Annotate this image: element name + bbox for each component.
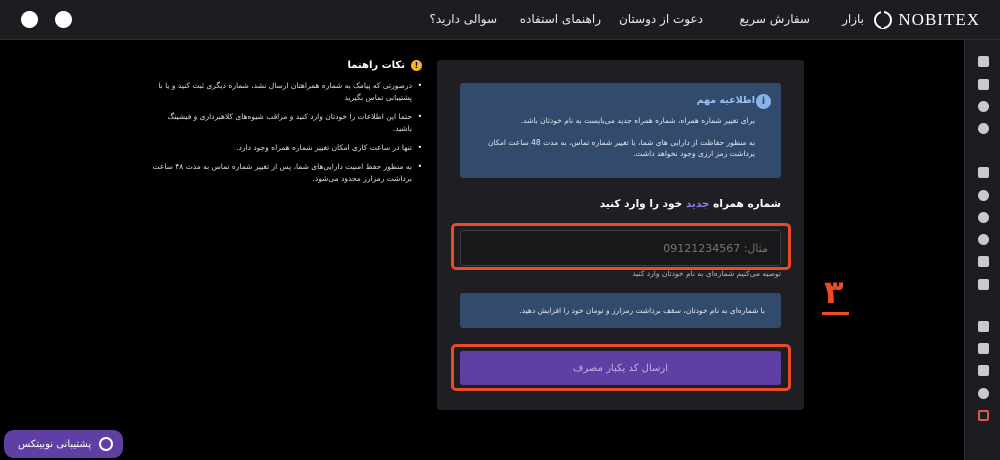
withdraw-limit-info: با شماره‌ای به نام خودتان، سقف برداشت رم…	[460, 293, 781, 328]
logout-icon[interactable]	[978, 410, 989, 421]
wallet-icon[interactable]	[978, 79, 989, 90]
phone-title-before: شماره همراه	[713, 198, 781, 210]
notification-icon[interactable]	[55, 11, 72, 28]
phone-input-highlight	[451, 223, 791, 270]
warning-icon: !	[411, 60, 422, 71]
step-number: ۳	[824, 273, 844, 311]
phone-hint: توصیه می‌کنیم شماره‌ای به نام خودتان وار…	[632, 269, 781, 278]
logo-text: NOBITEX	[898, 10, 980, 29]
nobitex-logo-icon	[874, 10, 893, 29]
support-label: پشتیبانی نوبیتکس	[18, 438, 92, 450]
tip-item: به منظور حفظ امنیت دارایی‌های شما، پس از…	[150, 161, 422, 185]
nav-invite-friends[interactable]: دعوت از دوستان	[619, 12, 703, 26]
coin-icon[interactable]	[978, 190, 989, 201]
headset-icon	[99, 437, 114, 451]
security-shield-icon[interactable]	[978, 343, 989, 354]
phone-title-after: خود را وارد کنید	[599, 198, 683, 210]
step-underline	[822, 312, 849, 315]
referral-users-icon[interactable]	[978, 388, 989, 399]
chart-icon[interactable]	[978, 167, 989, 178]
nav-market[interactable]: بازار	[842, 12, 864, 26]
info-icon: i	[756, 94, 771, 109]
tips-list: درصورتی که پیامک به شماره همراهتان ارسال…	[150, 80, 422, 185]
notice-line-1: برای تغییر شماره همراه، شماره همراه جدید…	[520, 116, 755, 125]
tips-title: نکات راهنما	[347, 60, 405, 71]
important-notice: i اطلاعیه مهم برای تغییر شماره همراه، شم…	[460, 83, 781, 178]
right-sidebar	[964, 40, 1000, 460]
deposit-icon[interactable]	[978, 101, 989, 112]
profile-card-icon[interactable]	[978, 321, 989, 332]
phone-title: شماره همراه جدید خود را وارد کنید	[600, 198, 781, 210]
notice-title: اطلاعیه مهم	[696, 95, 755, 106]
tip-item: تنها در ساعت کاری امکان تغییر شماره همرا…	[150, 142, 422, 154]
calendar-icon[interactable]	[978, 279, 989, 290]
crown-icon[interactable]	[978, 256, 989, 267]
notice-line-2: به منظور حفاظت از دارایی های شما، با تغی…	[487, 137, 755, 159]
send-button-highlight	[451, 344, 791, 391]
withdraw-icon[interactable]	[978, 123, 989, 134]
mail-icon[interactable]	[978, 365, 989, 376]
tip-item: حتما این اطلاعات را خودتان وارد کنید و م…	[150, 111, 422, 135]
tip-item: درصورتی که پیامک به شماره همراهتان ارسال…	[150, 80, 422, 104]
dashboard-icon[interactable]	[978, 56, 989, 67]
user-profile-icon[interactable]	[21, 11, 38, 28]
nav-faq[interactable]: سوالی دارید؟	[429, 12, 497, 26]
nav-guide[interactable]: راهنمای استفاده	[520, 12, 601, 26]
support-button[interactable]: پشتیبانی نوبیتکس	[4, 430, 124, 458]
tips-title-row: ! نکات راهنما	[150, 60, 422, 71]
network-icon[interactable]	[978, 234, 989, 245]
top-navbar: NOBITEX بازار سفارش سریع دعوت از دوستان …	[0, 0, 1000, 40]
lightning-icon[interactable]	[978, 212, 989, 223]
nav-quick-order[interactable]: سفارش سریع	[740, 12, 810, 26]
nobitex-logo[interactable]: NOBITEX	[874, 10, 980, 30]
guide-tips: ! نکات راهنما درصورتی که پیامک به شماره …	[150, 60, 422, 192]
phone-title-highlight: جدید	[685, 198, 710, 210]
